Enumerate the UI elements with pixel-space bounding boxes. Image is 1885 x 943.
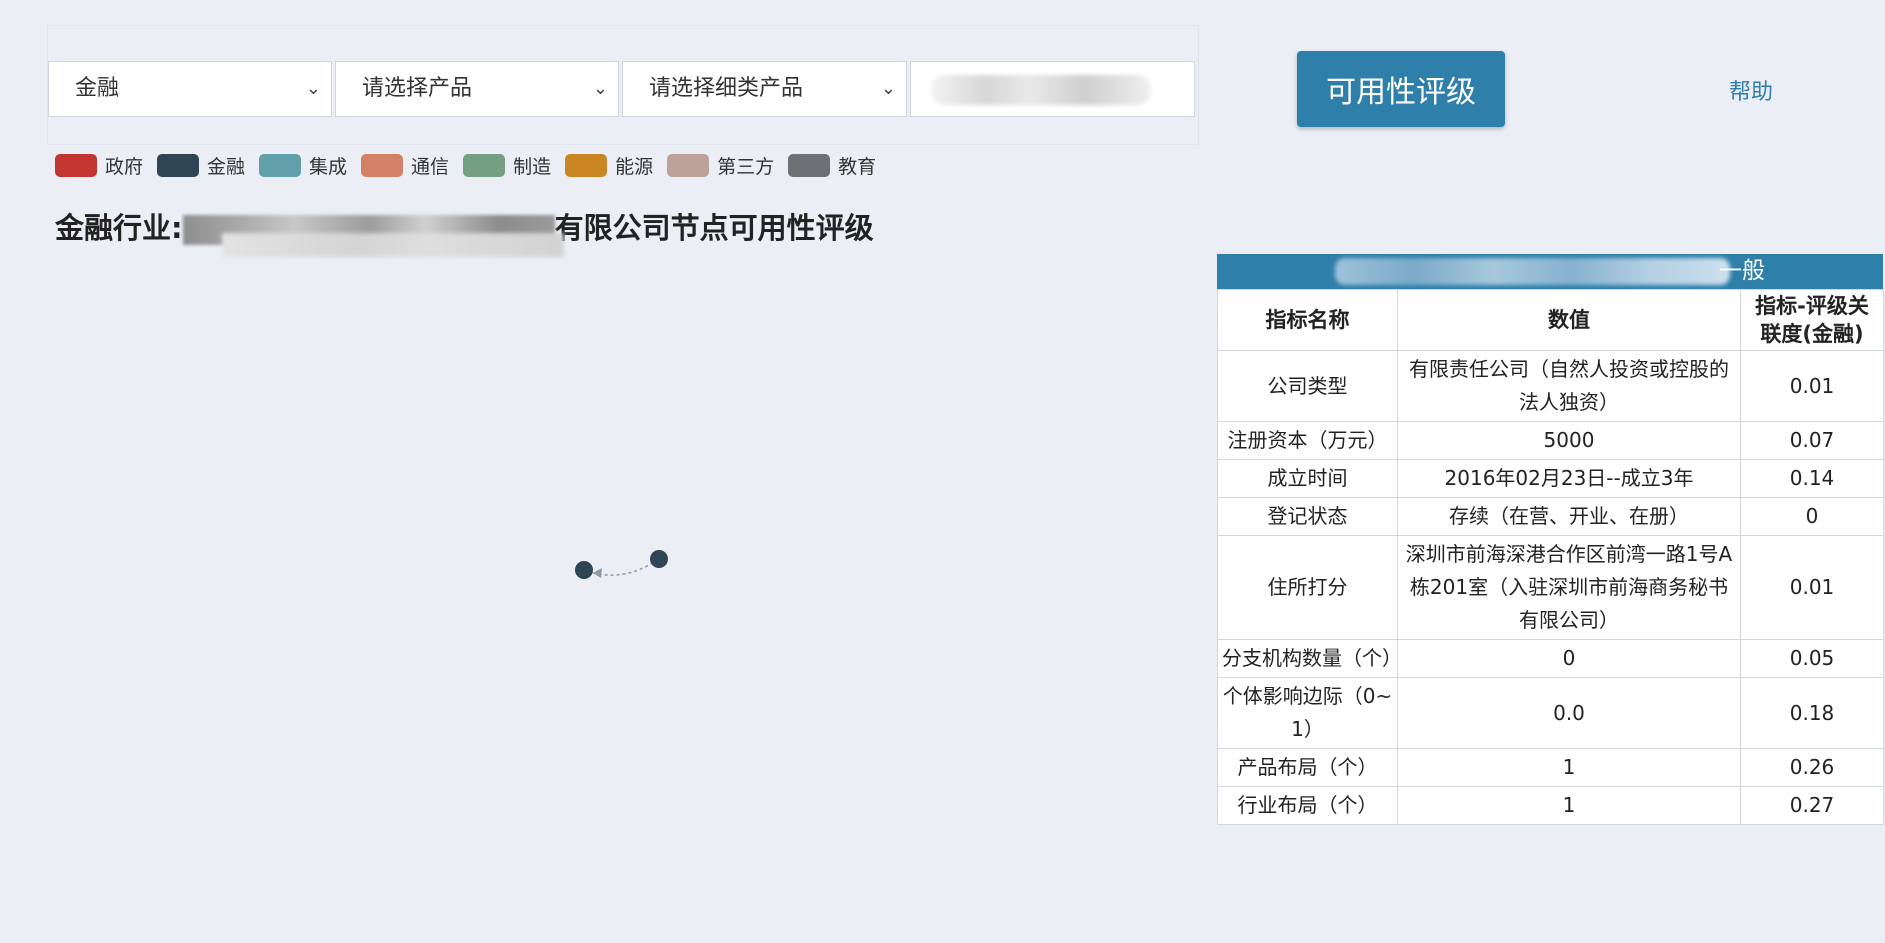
metric-name-cell: 产品布局（个） [1217,748,1398,787]
metric-relevance-cell: 0.27 [1740,786,1884,825]
header-relevance: 指标-评级关联度(金融) [1740,289,1884,351]
table-header-row: 指标名称 数值 指标-评级关联度(金融) [1217,289,1884,351]
table-row: 分支机构数量（个） 0 0.05 [1217,639,1884,678]
table-row: 登记状态 存续（在营、开业、在册） 0 [1217,497,1884,536]
metric-value-cell: 5000 [1397,421,1741,460]
table-row: 成立时间 2016年02月23日--成立3年 0.14 [1217,459,1884,498]
metric-relevance-cell: 0.05 [1740,639,1884,678]
metric-value-cell: 深圳市前海深港合作区前湾一路1号A栋201室（入驻深圳市前海商务秘书有限公司） [1397,535,1741,640]
metric-value-cell: 0 [1397,639,1741,678]
metric-name-cell: 成立时间 [1217,459,1398,498]
header-value: 数值 [1397,289,1741,351]
metric-relevance-cell: 0.26 [1740,748,1884,787]
metric-name-cell: 个体影响边际（0~1） [1217,677,1398,749]
table-row: 注册资本（万元） 5000 0.07 [1217,421,1884,460]
metric-relevance-cell: 0 [1740,497,1884,536]
metric-name-cell: 分支机构数量（个） [1217,639,1402,678]
metric-value-cell: 有限责任公司（自然人投资或控股的法人独资） [1397,350,1741,422]
metric-relevance-cell: 0.07 [1740,421,1884,460]
rating-result: 一般 [1719,258,1765,284]
redacted-company-name [1335,258,1730,285]
metric-relevance-cell: 0.01 [1740,350,1884,422]
panel-header: 一般 [1217,254,1883,289]
graph-node[interactable] [650,550,668,568]
edge-arrow-icon [593,568,602,578]
metric-value-cell: 0.0 [1397,677,1741,749]
metric-value-cell: 2016年02月23日--成立3年 [1397,459,1741,498]
header-metric-name: 指标名称 [1217,289,1398,351]
metric-name-cell: 公司类型 [1217,350,1398,422]
rating-detail-panel: 一般 指标名称 数值 指标-评级关联度(金融) 公司类型 有限责任公司（自然人投资… [1217,254,1884,825]
metric-name-cell: 住所打分 [1217,535,1398,640]
table-row: 产品布局（个） 1 0.26 [1217,748,1884,787]
metric-relevance-cell: 0.14 [1740,459,1884,498]
metrics-table: 指标名称 数值 指标-评级关联度(金融) 公司类型 有限责任公司（自然人投资或控股… [1217,289,1884,825]
metric-relevance-cell: 0.18 [1740,677,1884,749]
metric-value-cell: 1 [1397,786,1741,825]
table-row: 个体影响边际（0~1） 0.0 0.18 [1217,677,1884,749]
metric-name-cell: 登记状态 [1217,497,1398,536]
graph-node[interactable] [575,561,593,579]
table-row: 住所打分 深圳市前海深港合作区前湾一路1号A栋201室（入驻深圳市前海商务秘书有限… [1217,535,1884,640]
metric-relevance-cell: 0.01 [1740,535,1884,640]
table-row: 公司类型 有限责任公司（自然人投资或控股的法人独资） 0.01 [1217,350,1884,422]
table-row: 行业布局（个） 1 0.27 [1217,786,1884,825]
graph-edge [592,558,659,576]
metric-name-cell: 注册资本（万元） [1217,421,1398,460]
metric-value-cell: 存续（在营、开业、在册） [1397,497,1741,536]
metric-value-cell: 1 [1397,748,1741,787]
metric-name-cell: 行业布局（个） [1217,786,1398,825]
